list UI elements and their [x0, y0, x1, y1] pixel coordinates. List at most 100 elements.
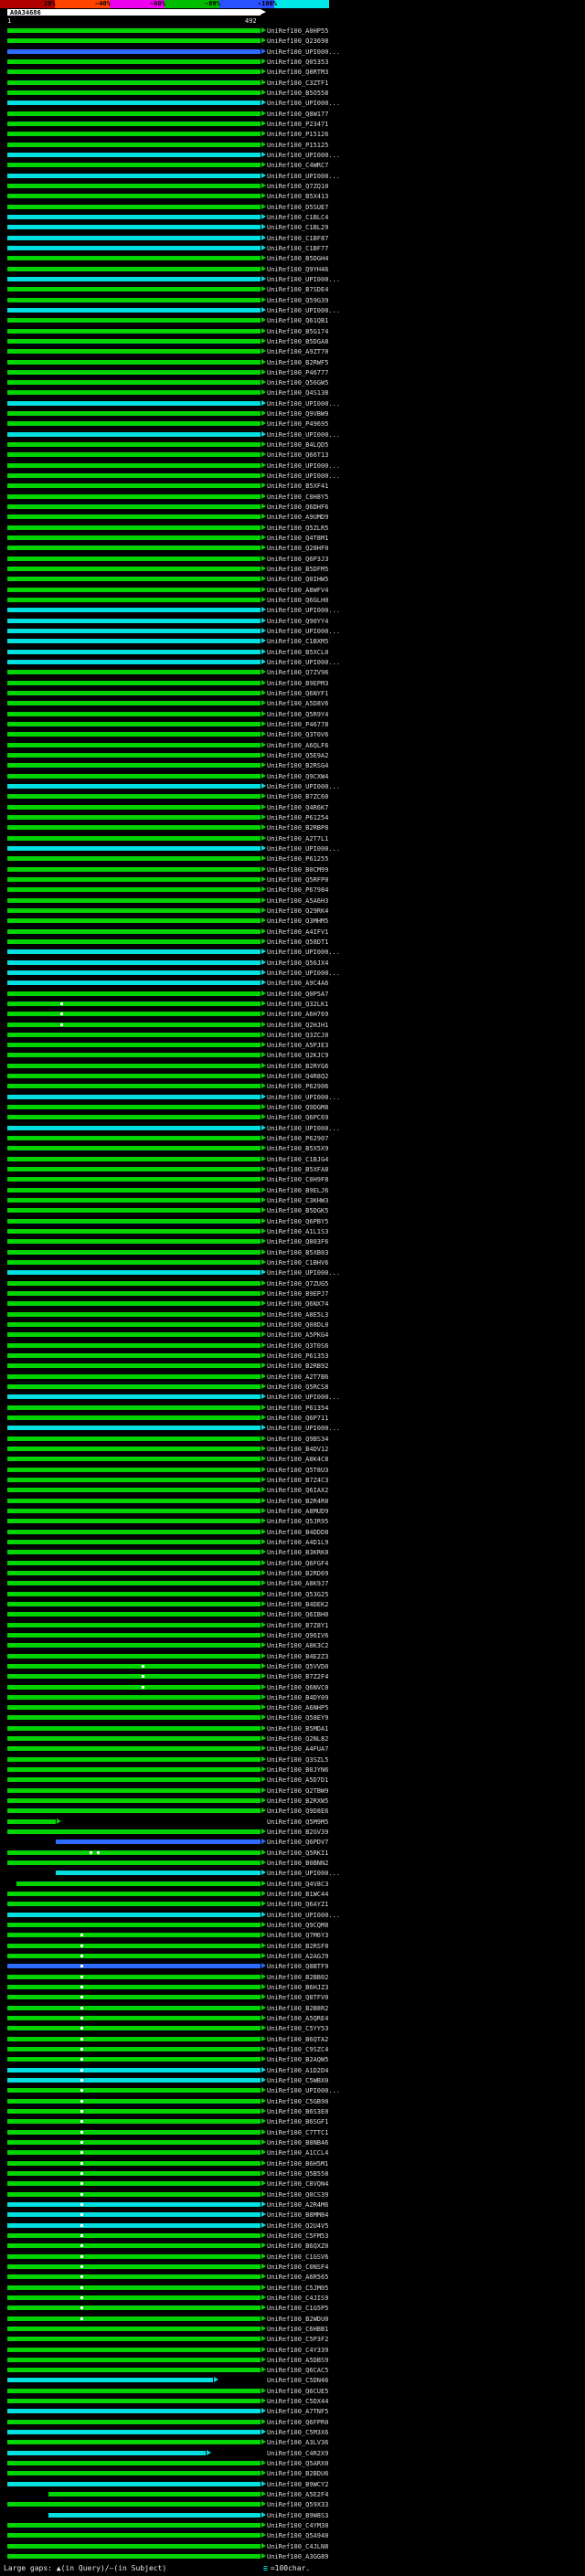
hit-label[interactable]: UniRef100_A4IFV1 — [267, 928, 328, 936]
hit-label[interactable]: UniRef100_C1BJG4 — [267, 1156, 328, 1163]
hit-label[interactable]: UniRef100_B9EPJ7 — [267, 1290, 328, 1298]
hit-bar[interactable] — [7, 1291, 261, 1297]
hit-bar[interactable] — [7, 1529, 261, 1534]
hit-label[interactable]: UniRef100_Q7ZQ10 — [267, 183, 328, 190]
hit-label[interactable]: UniRef100_UPI000... — [267, 607, 340, 614]
hit-bar[interactable] — [7, 2212, 261, 2218]
hit-bar[interactable] — [7, 1208, 261, 1214]
hit-label[interactable]: UniRef100_Q6IAX2 — [267, 1487, 328, 1494]
hit-label[interactable]: UniRef100_C4JIS9 — [267, 2295, 328, 2302]
hit-label[interactable]: UniRef100_A6H769 — [267, 1011, 328, 1018]
hit-bar[interactable] — [7, 2016, 261, 2020]
hit-bar[interactable] — [7, 1198, 261, 1203]
hit-label[interactable]: UniRef100_C4Y339 — [267, 2347, 328, 2354]
hit-label[interactable]: UniRef100_Q23698 — [267, 37, 328, 45]
hit-label[interactable]: UniRef100_A7TNF5 — [267, 2408, 328, 2415]
hit-bar[interactable] — [7, 1539, 261, 1544]
hit-bar[interactable] — [7, 866, 261, 872]
hit-label[interactable]: UniRef100_B9W8S3 — [267, 2512, 328, 2519]
hit-label[interactable]: UniRef100_Q9CXW4 — [267, 773, 328, 780]
hit-label[interactable]: UniRef100_B8NB46 — [267, 2139, 328, 2147]
hit-bar[interactable] — [7, 1591, 261, 1596]
hit-label[interactable]: UniRef100_Q6FGF4 — [267, 1560, 328, 1567]
hit-label[interactable]: UniRef100_A2T7B6 — [267, 1373, 328, 1381]
hit-bar[interactable] — [7, 2284, 261, 2290]
hit-label[interactable]: UniRef100_C5JM05 — [267, 2284, 328, 2292]
hit-label[interactable]: UniRef100_A5A6H3 — [267, 897, 328, 905]
hit-bar[interactable] — [7, 328, 261, 334]
hit-bar[interactable] — [7, 111, 261, 116]
hit-bar[interactable] — [7, 1694, 261, 1700]
hit-label[interactable]: UniRef100_Q2NL82 — [267, 1735, 328, 1743]
hit-label[interactable]: UniRef100_UPI000... — [267, 307, 340, 314]
hit-bar[interactable] — [7, 1405, 261, 1410]
hit-label[interactable]: UniRef100_Q53G25 — [267, 1591, 328, 1598]
hit-bar[interactable] — [56, 1839, 261, 1845]
hit-label[interactable]: UniRef100_Q5ZLR5 — [267, 525, 328, 532]
hit-label[interactable]: UniRef100_Q6P711 — [267, 1415, 328, 1422]
hit-bar[interactable] — [7, 556, 261, 561]
hit-bar[interactable] — [7, 1426, 261, 1431]
hit-bar[interactable] — [7, 1270, 261, 1276]
hit-label[interactable]: UniRef100_Q56JX4 — [267, 959, 328, 967]
hit-label[interactable]: UniRef100_Q3ZCJ0 — [267, 1032, 328, 1039]
hit-bar[interactable] — [7, 2232, 261, 2238]
hit-label[interactable]: UniRef100_UPI000... — [267, 1394, 340, 1401]
hit-label[interactable]: UniRef100_Q59X33 — [267, 2501, 328, 2508]
hit-bar[interactable] — [7, 2306, 261, 2311]
hit-bar[interactable] — [7, 2461, 261, 2466]
hit-bar[interactable] — [7, 876, 261, 882]
hit-bar[interactable] — [7, 1570, 261, 1575]
hit-label[interactable]: UniRef100_P15126 — [267, 131, 328, 138]
hit-label[interactable]: UniRef100_UPI000... — [267, 100, 340, 107]
hit-bar[interactable] — [7, 649, 261, 654]
hit-label[interactable]: UniRef100_UPI000... — [267, 400, 340, 408]
hit-bar[interactable] — [7, 28, 261, 33]
hit-label[interactable]: UniRef100_A8MUD9 — [267, 1508, 328, 1515]
hit-bar[interactable] — [7, 2337, 261, 2342]
hit-label[interactable]: UniRef100_UPI000... — [267, 783, 340, 790]
hit-bar[interactable] — [7, 359, 261, 365]
hit-label[interactable]: UniRef100_B2R4R0 — [267, 1498, 328, 1505]
hit-bar[interactable] — [7, 1550, 261, 1555]
hit-bar[interactable] — [7, 1519, 261, 1524]
hit-label[interactable]: UniRef100_UPI000... — [267, 1125, 340, 1132]
hit-bar[interactable] — [7, 1239, 261, 1245]
hit-label[interactable]: UniRef100_B9ELJ6 — [267, 1187, 328, 1194]
hit-bar[interactable] — [7, 835, 261, 841]
hit-bar[interactable] — [7, 1715, 261, 1721]
hit-bar[interactable] — [7, 1053, 261, 1058]
hit-bar[interactable] — [7, 752, 261, 758]
hit-bar[interactable] — [7, 2170, 261, 2176]
hit-label[interactable]: UniRef100_B2GV39 — [267, 1829, 328, 1836]
hit-bar[interactable] — [7, 1342, 261, 1348]
hit-label[interactable]: UniRef100_Q6AYZ1 — [267, 1901, 328, 1908]
hit-label[interactable]: UniRef100_P61255 — [267, 855, 328, 863]
hit-label[interactable]: UniRef100_A5PKG4 — [267, 1331, 328, 1339]
hit-label[interactable]: UniRef100_C5YY53 — [267, 2025, 328, 2032]
hit-bar[interactable] — [48, 2492, 261, 2497]
hit-bar[interactable] — [7, 411, 261, 417]
hit-bar[interactable] — [7, 1394, 261, 1400]
hit-label[interactable]: UniRef100_Q9YH46 — [267, 266, 328, 273]
hit-bar[interactable] — [7, 1612, 261, 1617]
hit-bar[interactable] — [7, 338, 261, 344]
hit-label[interactable]: UniRef100_B5XB03 — [267, 1249, 328, 1256]
hit-label[interactable]: UniRef100_B4DDD8 — [267, 1529, 328, 1536]
hit-bar[interactable] — [7, 567, 261, 572]
hit-label[interactable]: UniRef100_UPI000... — [267, 431, 340, 439]
hit-label[interactable]: UniRef100_Q8W177 — [267, 111, 328, 118]
hit-bar[interactable] — [7, 380, 261, 386]
hit-label[interactable]: UniRef100_B6S3E0 — [267, 2108, 328, 2115]
hit-label[interactable]: UniRef100_Q4S138 — [267, 389, 328, 397]
hit-bar[interactable] — [7, 856, 261, 862]
hit-bar[interactable] — [7, 1767, 261, 1773]
hit-label[interactable]: UniRef100_Q5RFP0 — [267, 876, 328, 884]
hit-label[interactable]: UniRef100_Q0IHW5 — [267, 576, 328, 583]
hit-label[interactable]: UniRef100_P61254 — [267, 814, 328, 822]
hit-label[interactable]: UniRef100_Q2TBW9 — [267, 1787, 328, 1795]
hit-bar[interactable] — [7, 660, 261, 665]
hit-label[interactable]: UniRef100_Q5B558 — [267, 2170, 328, 2178]
hit-bar[interactable] — [7, 991, 261, 996]
hit-bar[interactable] — [7, 1622, 261, 1627]
